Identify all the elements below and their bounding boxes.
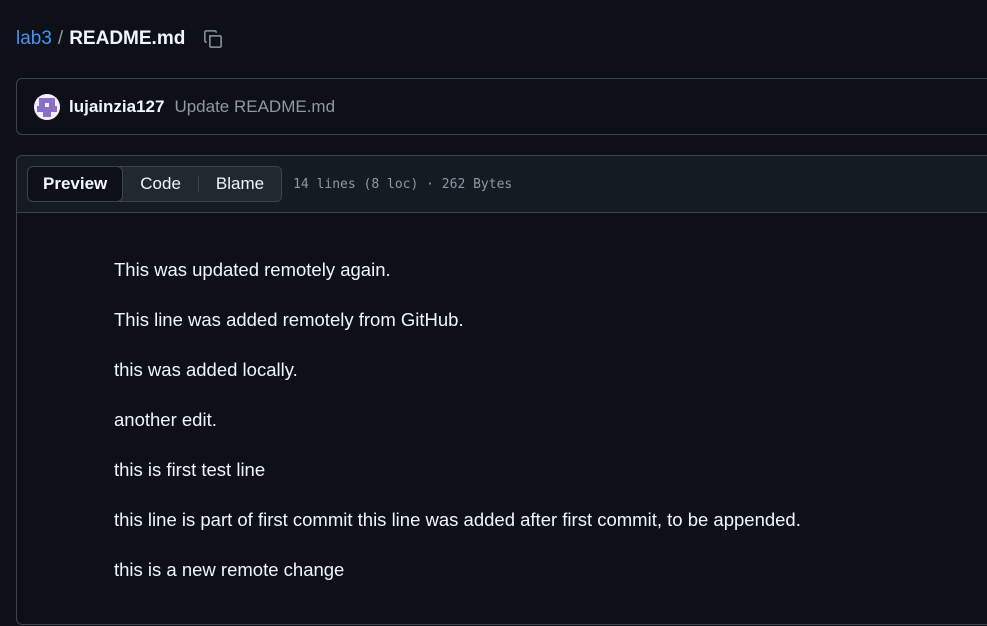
paragraph: This line was added remotely from GitHub… bbox=[114, 309, 464, 330]
avatar[interactable] bbox=[34, 93, 60, 120]
breadcrumb-repo-link[interactable]: lab3 bbox=[16, 28, 52, 50]
avatar-identicon-icon bbox=[34, 93, 60, 120]
paragraph: this is first test line bbox=[114, 459, 266, 480]
copy-path-button[interactable] bbox=[201, 27, 225, 51]
file-view-page: lab3 / README.md lujainzia127 Update REA… bbox=[0, 0, 987, 626]
view-mode-segmented-control: Preview Code Blame bbox=[27, 166, 283, 202]
paragraph: This was updated remotely again. bbox=[114, 259, 391, 280]
paragraph: this line is part of first commit this l… bbox=[114, 509, 801, 530]
latest-commit-bar: lujainzia127 Update README.md bbox=[16, 78, 987, 135]
breadcrumb: lab3 / README.md bbox=[16, 26, 225, 52]
file-header: Preview Code Blame 14 lines (8 loc) · 26… bbox=[17, 156, 987, 213]
tab-blame[interactable]: Blame bbox=[199, 167, 281, 201]
file-box: Preview Code Blame 14 lines (8 loc) · 26… bbox=[16, 155, 987, 625]
breadcrumb-file-name: README.md bbox=[69, 28, 186, 49]
file-stats: 14 lines (8 loc) · 262 Bytes bbox=[293, 176, 513, 192]
copy-icon bbox=[204, 30, 223, 48]
paragraph: this was added locally. bbox=[114, 359, 298, 380]
tab-preview[interactable]: Preview bbox=[28, 167, 124, 201]
commit-author-link[interactable]: lujainzia127 bbox=[69, 97, 164, 117]
paragraph: this is a new remote change bbox=[114, 559, 345, 580]
paragraph: another edit. bbox=[114, 409, 217, 430]
tab-code[interactable]: Code bbox=[123, 167, 198, 201]
breadcrumb-separator: / bbox=[57, 28, 64, 49]
commit-message-link[interactable]: Update README.md bbox=[174, 97, 335, 117]
markdown-body: This was updated remotely again. This li… bbox=[17, 213, 987, 582]
